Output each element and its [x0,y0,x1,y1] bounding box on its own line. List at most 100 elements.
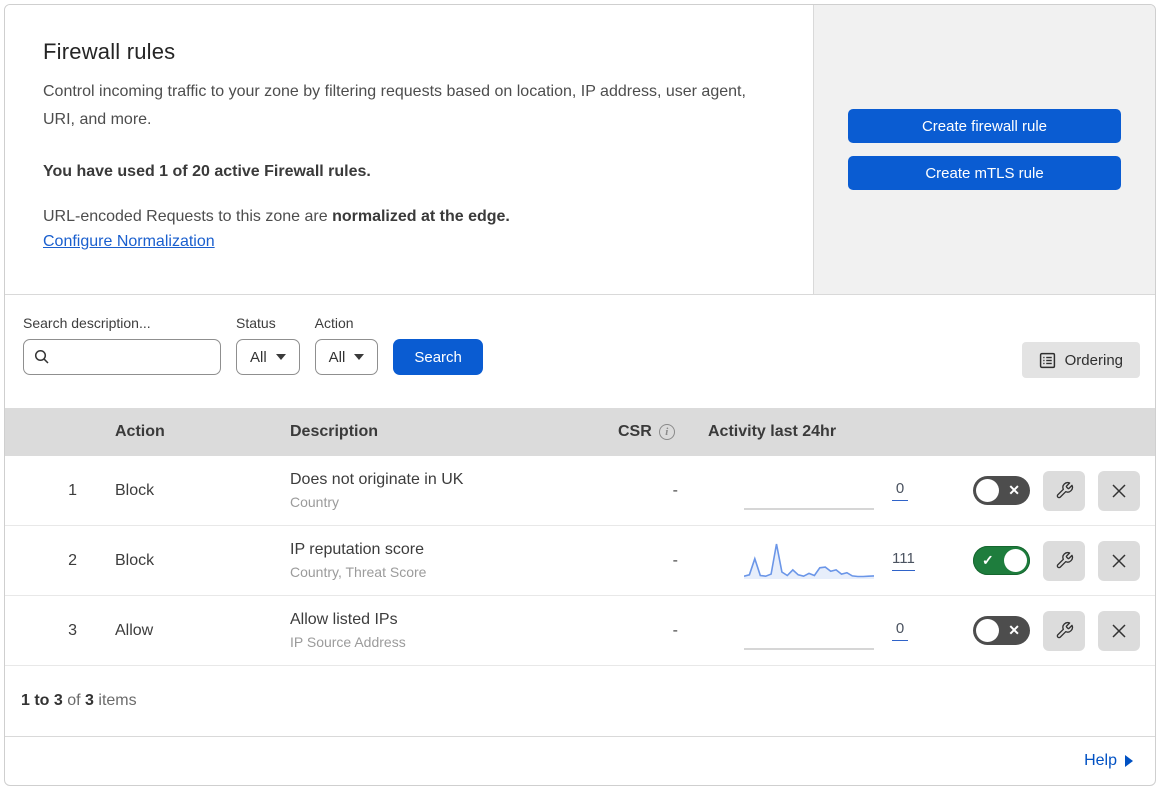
pagination-total: 3 [85,692,94,709]
rule-number: 1 [68,481,77,499]
column-action: Action [115,423,165,440]
toggle-x-icon: ✕ [1008,482,1020,498]
edit-rule-button[interactable] [1043,540,1085,581]
activity-count-link[interactable]: 111 [892,550,915,571]
rule-activity-cell: 0 [686,470,938,512]
action-dropdown-value: All [328,348,346,366]
rule-controls: ✕ ✓ [938,470,1155,511]
rule-number: 2 [68,551,77,569]
arrow-right-icon [1125,754,1133,767]
rule-description: Does not originate in UK [290,471,464,488]
help-link[interactable]: Help [1084,752,1117,770]
rule-enabled-toggle[interactable]: ✕ ✓ [973,546,1030,575]
activity-sparkline [744,543,874,579]
column-description: Description [290,423,379,440]
edit-rule-button[interactable] [1043,470,1085,511]
pagination-items: items [98,692,137,709]
wrench-icon [1056,481,1073,499]
rule-description-cell: Allow listed IPs IP Source Address [268,611,596,650]
edit-rule-button[interactable] [1043,610,1085,651]
ordering-button[interactable]: Ordering [1021,342,1140,378]
firewall-rules-card: Firewall rules Control incoming traffic … [4,4,1156,786]
activity-count-link[interactable]: 0 [892,480,908,501]
rule-enabled-toggle[interactable]: ✕ ✓ [973,616,1030,645]
table-header: Action Description CSR i Activity last 2… [5,408,1155,456]
close-icon [1112,553,1126,568]
table-row: 3 Allow Allow listed IPs IP Source Addre… [5,596,1155,666]
help-section: Help [5,736,1155,784]
create-mtls-rule-button[interactable]: Create mTLS rule [848,156,1121,190]
header-section: Firewall rules Control incoming traffic … [5,5,1155,295]
search-icon [34,349,49,364]
rule-activity-cell: 111 [686,540,938,582]
normalization-text: URL-encoded Requests to this zone are [43,208,328,225]
normalization-bold-text: normalized at the edge. [332,208,510,225]
page-title: Firewall rules [43,39,176,64]
page-description: Control incoming traffic to your zone by… [43,83,746,128]
toggle-knob [976,619,999,642]
rule-description: Allow listed IPs [290,611,398,628]
rule-description: IP reputation score [290,541,425,558]
action-dropdown[interactable]: All [314,339,379,375]
rule-csr-value: - [672,621,678,639]
search-input[interactable] [56,348,210,366]
rule-action: Block [115,551,155,569]
activity-sparkline [744,647,874,650]
activity-count-link[interactable]: 0 [892,620,908,641]
pagination-range: 1 to 3 [21,692,63,709]
activity-sparkline [744,507,874,510]
configure-normalization-link[interactable]: Configure Normalization [43,233,215,251]
usage-summary: You have used 1 of 20 active Firewall ru… [43,163,371,180]
close-icon [1112,483,1126,498]
status-field: Status All [236,315,300,375]
column-activity: Activity last 24hr [708,423,837,440]
rule-controls: ✕ ✓ [938,540,1155,581]
column-csr: CSR i [596,423,686,441]
ordering-button-label: Ordering [1064,351,1123,369]
rule-controls: ✕ ✓ [938,610,1155,651]
rule-activity-cell: 0 [686,610,938,652]
column-csr-label: CSR [618,423,652,440]
search-box[interactable] [23,339,221,375]
delete-rule-button[interactable] [1098,470,1140,511]
rule-criteria: Country, Threat Score [290,564,427,580]
action-field: Action All [314,315,379,375]
close-icon [1112,623,1126,638]
ordering-list-icon [1039,352,1055,368]
rule-description-cell: Does not originate in UK Country [268,471,596,510]
header-text-block: Firewall rules Control incoming traffic … [5,5,814,294]
status-label: Status [236,315,276,331]
rule-criteria: Country [290,494,340,510]
pagination-summary: 1 to 3 of 3 items [5,666,1155,736]
rule-number: 3 [68,621,77,639]
rule-action: Block [115,481,155,499]
rule-description-cell: IP reputation score Country, Threat Scor… [268,541,596,580]
toggle-knob [976,479,999,502]
search-field: Search description... [23,315,221,375]
table-row: 1 Block Does not originate in UK Country… [5,456,1155,526]
table-row: 2 Block IP reputation score Country, Thr… [5,526,1155,596]
search-button[interactable]: Search [393,339,483,375]
normalization-note: URL-encoded Requests to this zone are no… [43,208,773,226]
toggle-knob [1004,549,1027,572]
actions-panel: Create firewall rule Create mTLS rule [814,5,1155,294]
rule-action: Allow [115,621,154,639]
rule-criteria: IP Source Address [290,634,406,650]
rule-csr-value: - [672,551,678,569]
delete-rule-button[interactable] [1098,540,1140,581]
toggle-check-icon: ✓ [982,552,994,568]
create-firewall-rule-button[interactable]: Create firewall rule [848,109,1121,143]
search-label: Search description... [23,315,151,331]
chevron-down-icon [275,354,286,360]
chevron-down-icon [354,354,365,360]
toggle-x-icon: ✕ [1008,622,1020,638]
rule-csr-value: - [672,481,678,499]
delete-rule-button[interactable] [1098,610,1140,651]
wrench-icon [1056,621,1073,639]
status-dropdown[interactable]: All [236,339,300,375]
rule-enabled-toggle[interactable]: ✕ ✓ [973,476,1030,505]
filter-bar: Search description... Status All Action [5,295,1155,408]
action-label: Action [314,315,354,331]
info-icon[interactable]: i [658,424,675,440]
wrench-icon [1056,551,1073,569]
